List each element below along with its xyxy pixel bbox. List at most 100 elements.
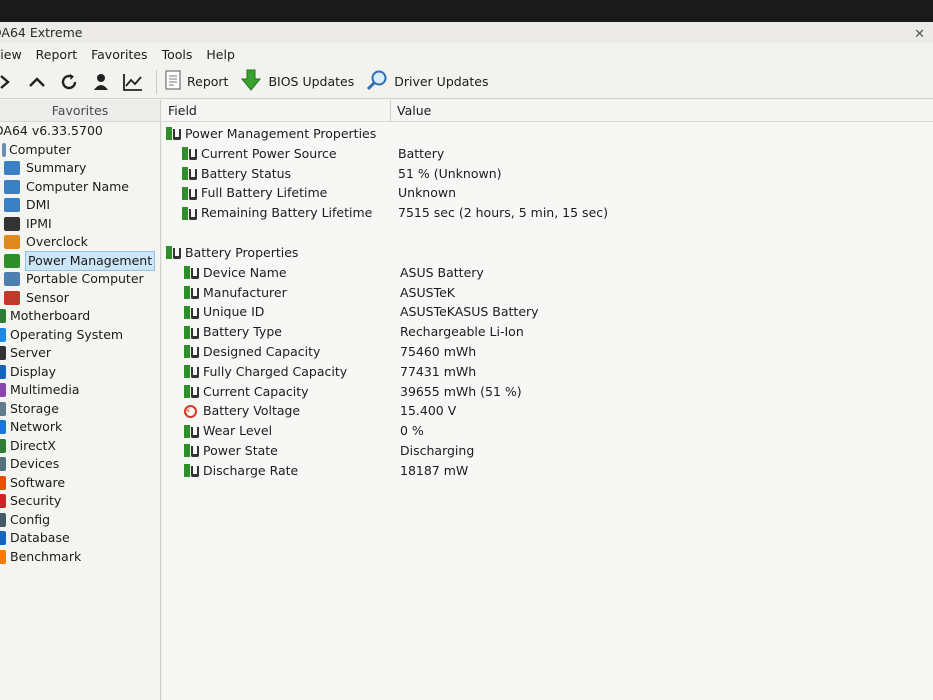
sidebar-item-label: Sensor <box>26 289 69 305</box>
property-value: 18187 mW <box>400 462 469 478</box>
property-row[interactable]: Battery Voltage 15.400 V <box>162 401 933 423</box>
sidebar-item-computer-name[interactable]: Computer Name <box>0 178 160 197</box>
motherboard-icon <box>0 309 6 324</box>
sidebar-item-software[interactable]: Software <box>0 474 160 493</box>
up-icon[interactable] <box>26 71 48 93</box>
sidebar-item-power-management[interactable]: Power Management <box>0 250 160 271</box>
property-field: Device Name <box>203 264 287 280</box>
property-value: 75460 mWh <box>400 343 477 359</box>
column-header: Field Value <box>162 100 933 122</box>
menu-view[interactable]: View <box>0 47 22 62</box>
report-icon <box>165 70 181 93</box>
property-value: 51 % (Unknown) <box>398 165 502 181</box>
property-row[interactable]: Remaining Battery Lifetime 7515 sec (2 ho… <box>162 203 933 223</box>
property-field: Wear Level <box>203 423 273 439</box>
sidebar-item-directx[interactable]: DirectX <box>0 437 160 456</box>
sidebar-item-label: Database <box>10 530 70 545</box>
tree-root-version[interactable]: DA64 v6.33.5700 <box>0 122 160 141</box>
sidebar-item-server[interactable]: Server <box>0 344 160 363</box>
sidebar-item-devices[interactable]: Devices <box>0 455 160 474</box>
forward-icon[interactable] <box>0 71 16 93</box>
sidebar-item-ipmi[interactable]: IPMI <box>0 215 160 234</box>
sidebar-item-label: DirectX <box>10 437 56 453</box>
sidebar-item-portable-computer[interactable]: Portable Computer <box>0 270 160 289</box>
battery-icon <box>4 253 20 268</box>
favorites-header[interactable]: Favorites <box>0 100 160 122</box>
sidebar-item-computer[interactable]: Computer <box>0 141 160 160</box>
sidebar-item-overclock[interactable]: Overclock <box>0 233 160 252</box>
battery-icon <box>184 265 199 280</box>
property-row[interactable]: Wear Level 0 % <box>162 421 933 441</box>
menu-tools[interactable]: Tools <box>162 47 193 62</box>
user-icon[interactable] <box>90 71 112 93</box>
sidebar-item-config[interactable]: Config <box>0 511 160 530</box>
sidebar-item-sensor[interactable]: Sensor <box>0 289 160 308</box>
property-field: Power State <box>203 442 278 458</box>
sidebar-item-dmi[interactable]: DMI <box>0 196 160 215</box>
sidebar-item-network[interactable]: Network <box>0 418 160 437</box>
property-row[interactable]: Fully Charged Capacity 77431 mWh <box>162 362 933 382</box>
voltage-icon <box>184 403 197 423</box>
chart-icon[interactable] <box>122 71 144 93</box>
computer-icon <box>2 142 6 157</box>
bios-updates-button[interactable]: BIOS Updates <box>240 69 354 94</box>
refresh-icon[interactable] <box>58 71 80 93</box>
driver-updates-button[interactable]: Driver Updates <box>366 69 488 94</box>
sidebar-item-benchmark[interactable]: Benchmark <box>0 548 160 567</box>
menu-help[interactable]: Help <box>206 47 235 62</box>
sidebar-item-security[interactable]: Security <box>0 492 160 511</box>
multimedia-icon <box>0 383 6 398</box>
bios-updates-label: BIOS Updates <box>268 74 355 89</box>
property-field: Battery Type <box>203 324 282 340</box>
report-button[interactable]: Report <box>165 70 228 93</box>
property-row[interactable]: Manufacturer ASUSTeK <box>162 283 933 303</box>
battery-icon <box>182 146 197 161</box>
property-value: Discharging <box>400 442 475 458</box>
property-value: 77431 mWh <box>400 363 477 379</box>
section-header[interactable]: Battery Properties <box>162 243 933 263</box>
menu-report[interactable]: Report <box>36 47 77 62</box>
sidebar-item-motherboard[interactable]: Motherboard <box>0 307 160 326</box>
field-column-header[interactable]: Field <box>162 100 391 121</box>
directx-icon <box>0 438 6 453</box>
property-row[interactable]: Battery Status 51 % (Unknown) <box>162 164 933 184</box>
section-header[interactable]: Power Management Properties <box>162 124 933 144</box>
storage-icon <box>0 401 6 416</box>
battery-icon <box>184 325 199 340</box>
benchmark-icon <box>0 549 6 564</box>
sidebar-item-label: Config <box>10 511 51 527</box>
sidebar-item-label: Computer <box>9 141 72 157</box>
software-icon <box>0 475 6 490</box>
battery-icon <box>182 186 197 201</box>
value-column-header[interactable]: Value <box>391 100 431 121</box>
report-label: Report <box>187 74 229 89</box>
property-row[interactable]: Power State Discharging <box>162 441 933 461</box>
property-field: Designed Capacity <box>203 343 321 359</box>
sidebar-item-database[interactable]: Database <box>0 529 160 548</box>
property-row[interactable]: Current Power Source Battery <box>162 144 933 164</box>
property-row[interactable]: Full Battery Lifetime Unknown <box>162 183 933 203</box>
gauge-icon <box>4 290 20 305</box>
battery-icon <box>184 443 199 458</box>
menu-favorites[interactable]: Favorites <box>91 47 147 62</box>
property-row[interactable]: Discharge Rate 18187 mW <box>162 461 933 481</box>
property-row[interactable]: Battery Type Rechargeable Li-Ion <box>162 322 933 342</box>
property-row[interactable]: Current Capacity 39655 mWh (51 %) <box>162 382 933 402</box>
sidebar-item-multimedia[interactable]: Multimedia <box>0 381 160 400</box>
display-icon <box>0 364 6 379</box>
sidebar-item-operating-system[interactable]: Operating System <box>0 326 160 345</box>
sidebar-item-label: Server <box>10 345 51 360</box>
sidebar-item-label: Devices <box>10 456 60 471</box>
toolbar: Report BIOS Updates Driver Updates <box>0 65 933 99</box>
close-icon[interactable]: ✕ <box>914 24 925 45</box>
property-row[interactable]: Designed Capacity 75460 mWh <box>162 342 933 362</box>
sidebar-item-display[interactable]: Display <box>0 363 160 382</box>
sidebar-item-storage[interactable]: Storage <box>0 400 160 419</box>
property-field: Current Capacity <box>203 383 309 399</box>
sidebar-item-summary[interactable]: Summary <box>0 159 160 178</box>
property-row[interactable]: Device Name ASUS Battery <box>162 263 933 283</box>
property-row[interactable]: Unique ID ASUSTeKASUS Battery <box>162 302 933 322</box>
sidebar-item-label: Benchmark <box>10 548 82 564</box>
sidebar: Favorites DA64 v6.33.5700 Computer Summar… <box>0 100 161 700</box>
sidebar-item-label: Security <box>10 493 62 508</box>
